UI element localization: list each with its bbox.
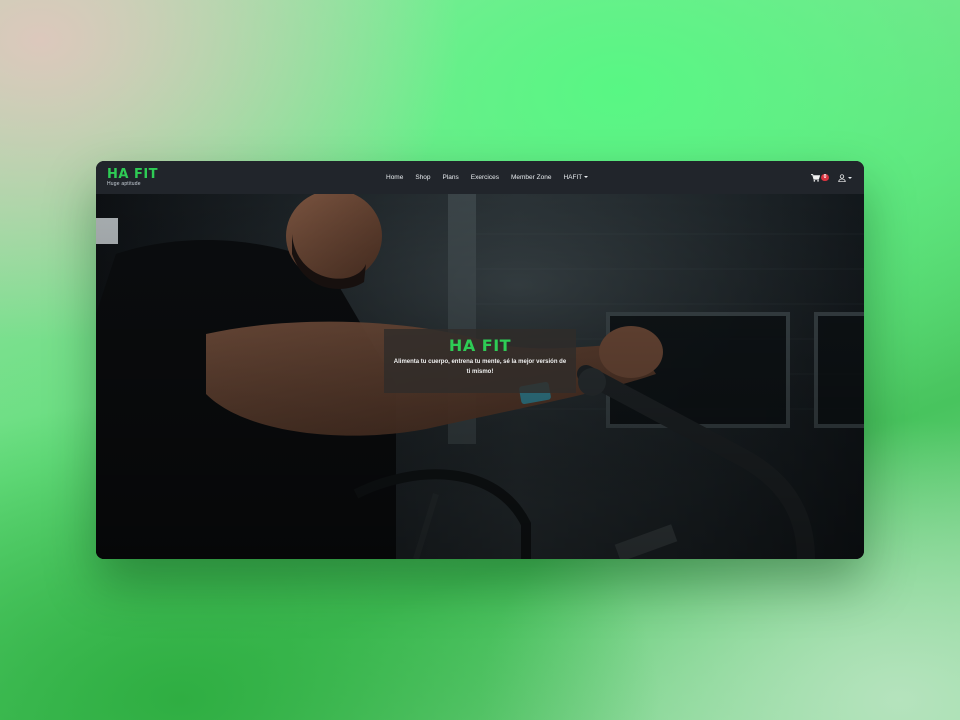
chevron-down-icon — [584, 176, 589, 179]
brand-name: HA FIT — [107, 167, 159, 182]
user-icon — [838, 173, 846, 182]
nav-plans[interactable]: Plans — [437, 174, 465, 181]
chevron-down-icon — [848, 176, 852, 179]
user-menu-button[interactable] — [838, 173, 852, 182]
cart-icon — [811, 173, 820, 182]
nav-actions: 0 — [811, 161, 852, 194]
nav-member-zone[interactable]: Member Zone — [505, 174, 557, 181]
brand-logo[interactable]: HA FIT Huge aptitude — [107, 168, 158, 187]
navbar: HA FIT Huge aptitude Home Shop Plans Exe… — [96, 161, 864, 194]
hero-banner: HA FIT Alimenta tu cuerpo, entrena tu me… — [96, 194, 864, 559]
hero-subtitle: Alimenta tu cuerpo, entrena tu mente, sé… — [393, 359, 567, 375]
main-nav: Home Shop Plans Exercices Member Zone HA… — [380, 161, 594, 194]
browser-window: HA FIT Huge aptitude Home Shop Plans Exe… — [96, 161, 864, 559]
cart-count-badge: 0 — [821, 174, 829, 181]
brand-tagline: Huge aptitude — [107, 181, 141, 187]
nav-shop[interactable]: Shop — [409, 174, 436, 181]
nav-exercices[interactable]: Exercices — [465, 174, 505, 181]
cart-button[interactable]: 0 — [811, 173, 829, 182]
nav-hafit-label: HAFIT — [563, 174, 583, 181]
hero-caption: HA FIT Alimenta tu cuerpo, entrena tu me… — [384, 329, 576, 393]
nav-home[interactable]: Home — [380, 174, 409, 181]
hero-title: HA FIT — [448, 336, 512, 355]
nav-hafit-dropdown[interactable]: HAFIT — [557, 174, 594, 181]
